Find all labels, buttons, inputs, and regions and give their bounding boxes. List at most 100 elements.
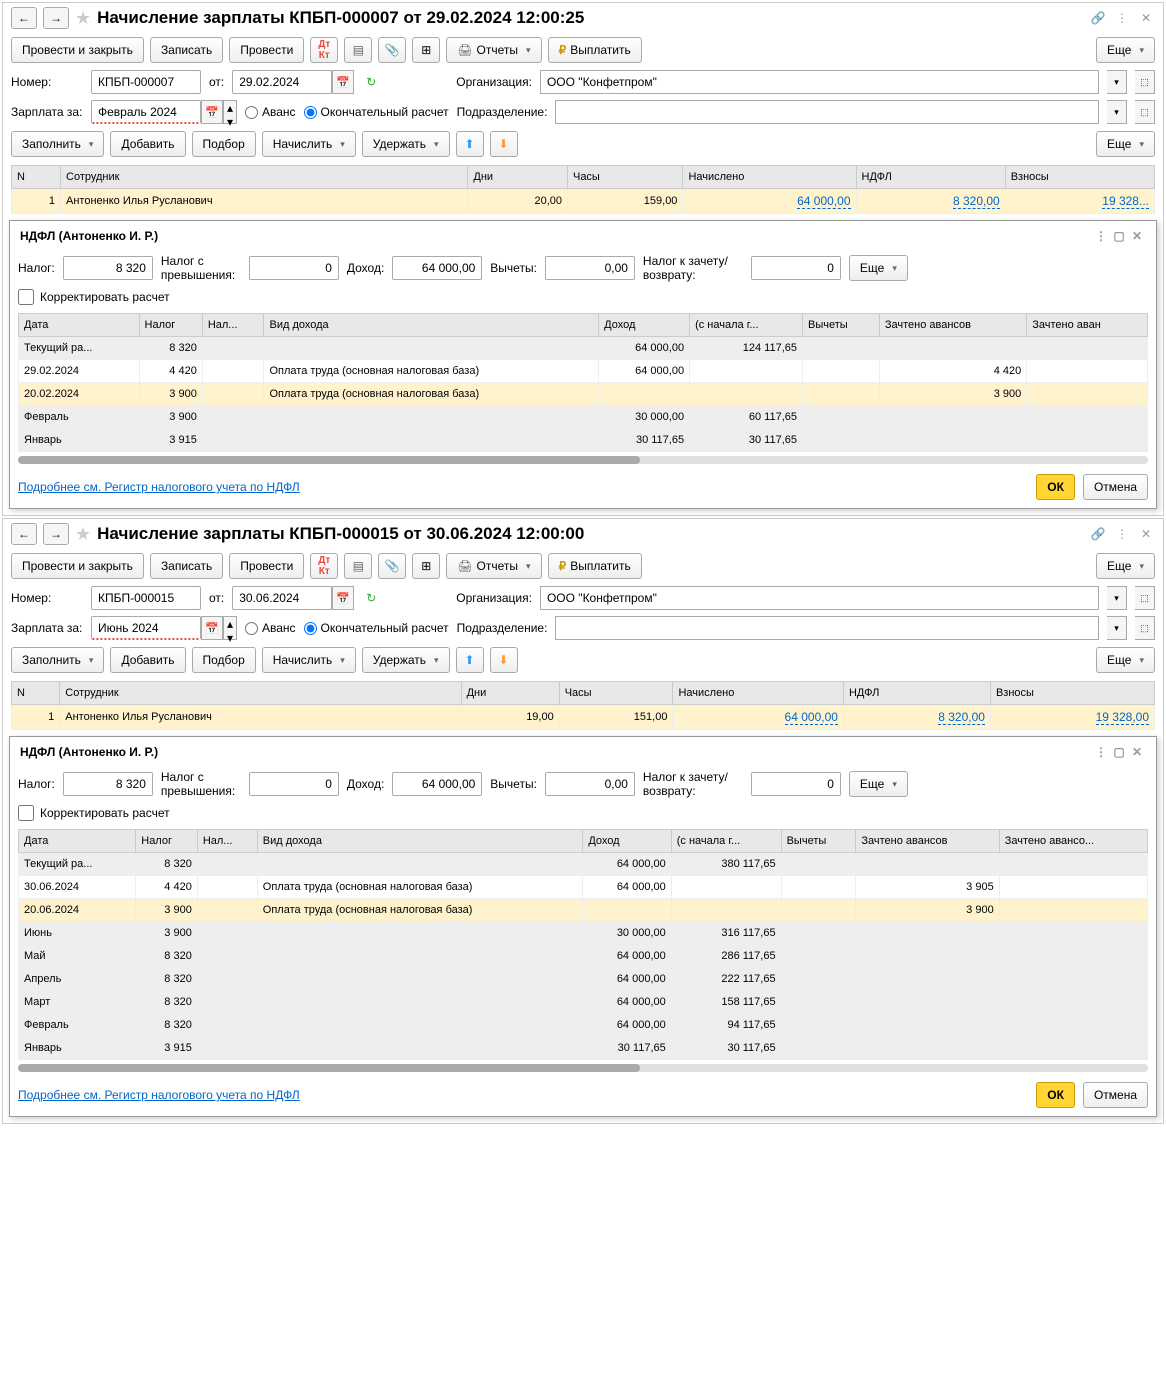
table-row[interactable]: Март8 32064 000,00158 117,65	[19, 991, 1148, 1014]
save-button[interactable]: Записать	[150, 37, 223, 63]
add-button[interactable]: Добавить	[110, 131, 185, 157]
table-row[interactable]: 20.06.20243 900Оплата труда (основная на…	[19, 899, 1148, 922]
post-close-button[interactable]: Провести и закрыть	[11, 37, 144, 63]
table-row[interactable]: Январь3 91530 117,6530 117,65	[19, 1037, 1148, 1060]
ret-input[interactable]	[751, 256, 841, 280]
pay-button[interactable]: ₽Выплатить	[548, 37, 642, 63]
col-header[interactable]: Зачтено авансов	[879, 314, 1026, 337]
col-header[interactable]: Начислено	[683, 166, 856, 189]
ded-input[interactable]	[545, 772, 635, 796]
col-header[interactable]: N	[12, 682, 60, 705]
col-header[interactable]: Вид дохода	[264, 314, 599, 337]
col-header[interactable]: Дата	[19, 830, 136, 853]
pick-button[interactable]: Подбор	[192, 131, 256, 157]
add-button[interactable]: Добавить	[110, 647, 185, 673]
ded-input[interactable]	[545, 256, 635, 280]
col-header[interactable]: Взносы	[990, 682, 1154, 705]
col-header[interactable]: Вычеты	[803, 314, 880, 337]
more-button[interactable]: Еще	[1096, 553, 1155, 579]
fill-button[interactable]: Заполнить	[11, 131, 104, 157]
income-input[interactable]	[392, 772, 482, 796]
table-row[interactable]: 1Антоненко Илья Русланович19,00151,0064 …	[12, 705, 1155, 730]
col-header[interactable]: (с начала г...	[671, 830, 781, 853]
org-open-icon[interactable]: ⬚	[1135, 586, 1155, 610]
doc-button[interactable]: ▤	[344, 553, 372, 579]
refresh-icon[interactable]: ↻	[362, 73, 380, 91]
col-header[interactable]: Дни	[468, 166, 568, 189]
reports-button[interactable]: 🖨Отчеты	[446, 37, 541, 63]
col-header[interactable]: (с начала г...	[690, 314, 803, 337]
ndfl-close-icon[interactable]: ✕	[1128, 227, 1146, 245]
post-close-button[interactable]: Провести и закрыть	[11, 553, 144, 579]
final-radio[interactable]: Окончательный расчет	[304, 621, 449, 635]
period-calendar-icon[interactable]: 📅	[201, 100, 223, 124]
col-header[interactable]: Доход	[583, 830, 671, 853]
link-icon[interactable]: 🔗	[1089, 525, 1107, 543]
over-input[interactable]	[249, 772, 339, 796]
reports-button[interactable]: 🖨Отчеты	[446, 553, 541, 579]
ret-input[interactable]	[751, 772, 841, 796]
ndfl-max-icon[interactable]: ▢	[1110, 227, 1128, 245]
ndfl-more-button[interactable]: Еще	[849, 771, 908, 797]
more-button[interactable]: Еще	[1096, 37, 1155, 63]
income-input[interactable]	[392, 256, 482, 280]
table-row[interactable]: Текущий ра...8 32064 000,00380 117,65	[19, 853, 1148, 876]
period-input[interactable]	[91, 616, 201, 640]
link-icon[interactable]: 🔗	[1089, 9, 1107, 27]
col-header[interactable]: Взносы	[1005, 166, 1154, 189]
close-icon[interactable]: ✕	[1137, 525, 1155, 543]
col-header[interactable]: Зачтено аван	[1027, 314, 1148, 337]
cancel-button[interactable]: Отмена	[1083, 1082, 1148, 1108]
table-more-button[interactable]: Еще	[1096, 647, 1155, 673]
advance-radio[interactable]: Аванс	[245, 105, 296, 119]
col-header[interactable]: Дата	[19, 314, 140, 337]
advance-radio[interactable]: Аванс	[245, 621, 296, 635]
ndfl-menu-icon[interactable]: ⋮	[1092, 227, 1110, 245]
col-header[interactable]: Начислено	[673, 682, 843, 705]
menu-icon[interactable]: ⋮	[1113, 525, 1131, 543]
org-open-icon[interactable]: ⬚	[1135, 70, 1155, 94]
favorite-icon[interactable]: ★	[75, 524, 91, 545]
ok-button[interactable]: ОК	[1036, 474, 1075, 500]
table-row[interactable]: Январь3 91530 117,6530 117,65	[19, 429, 1148, 452]
refresh-icon[interactable]: ↻	[362, 589, 380, 607]
correct-checkbox[interactable]: Корректировать расчет	[10, 285, 178, 309]
table-row[interactable]: 20.02.20243 900Оплата труда (основная на…	[19, 383, 1148, 406]
col-header[interactable]: Налог	[139, 314, 202, 337]
org-select[interactable]: ООО "Конфетпром"	[540, 586, 1099, 610]
tax-input[interactable]	[63, 772, 153, 796]
org-dropdown-icon[interactable]: ▾	[1107, 70, 1127, 94]
col-header[interactable]: Дни	[461, 682, 559, 705]
col-header[interactable]: Вид дохода	[257, 830, 583, 853]
ndfl-menu-icon[interactable]: ⋮	[1092, 743, 1110, 761]
table-row[interactable]: 30.06.20244 420Оплата труда (основная на…	[19, 876, 1148, 899]
move-up-button[interactable]: ⬆	[456, 131, 484, 157]
related-button[interactable]: ⊞	[412, 553, 440, 579]
register-link[interactable]: Подробнее см. Регистр налогового учета п…	[18, 480, 300, 494]
h-scrollbar[interactable]	[18, 1064, 1148, 1072]
org-dropdown-icon[interactable]: ▾	[1107, 586, 1127, 610]
calendar-icon[interactable]: 📅	[332, 586, 354, 610]
calc-button[interactable]: Начислить	[262, 647, 356, 673]
table-row[interactable]: Июнь3 90030 000,00316 117,65	[19, 922, 1148, 945]
table-row[interactable]: Февраль8 32064 000,0094 117,65	[19, 1014, 1148, 1037]
col-header[interactable]: Сотрудник	[60, 682, 461, 705]
menu-icon[interactable]: ⋮	[1113, 9, 1131, 27]
over-input[interactable]	[249, 256, 339, 280]
dtkt-button[interactable]: Дт Кт	[310, 37, 338, 63]
move-down-button[interactable]: ⬇	[490, 647, 518, 673]
table-row[interactable]: Февраль3 90030 000,0060 117,65	[19, 406, 1148, 429]
col-header[interactable]: НДФЛ	[856, 166, 1005, 189]
calc-button[interactable]: Начислить	[262, 131, 356, 157]
dept-open-icon[interactable]: ⬚	[1135, 100, 1155, 124]
period-spinner[interactable]: ▴▾	[223, 100, 237, 124]
table-row[interactable]: Май8 32064 000,00286 117,65	[19, 945, 1148, 968]
dept-open-icon[interactable]: ⬚	[1135, 616, 1155, 640]
number-input[interactable]	[91, 586, 201, 610]
col-header[interactable]: Часы	[567, 166, 682, 189]
calendar-icon[interactable]: 📅	[332, 70, 354, 94]
col-header[interactable]: Зачтено авансо...	[999, 830, 1147, 853]
move-up-button[interactable]: ⬆	[456, 647, 484, 673]
date-input[interactable]	[232, 70, 332, 94]
pay-button[interactable]: ₽Выплатить	[548, 553, 642, 579]
